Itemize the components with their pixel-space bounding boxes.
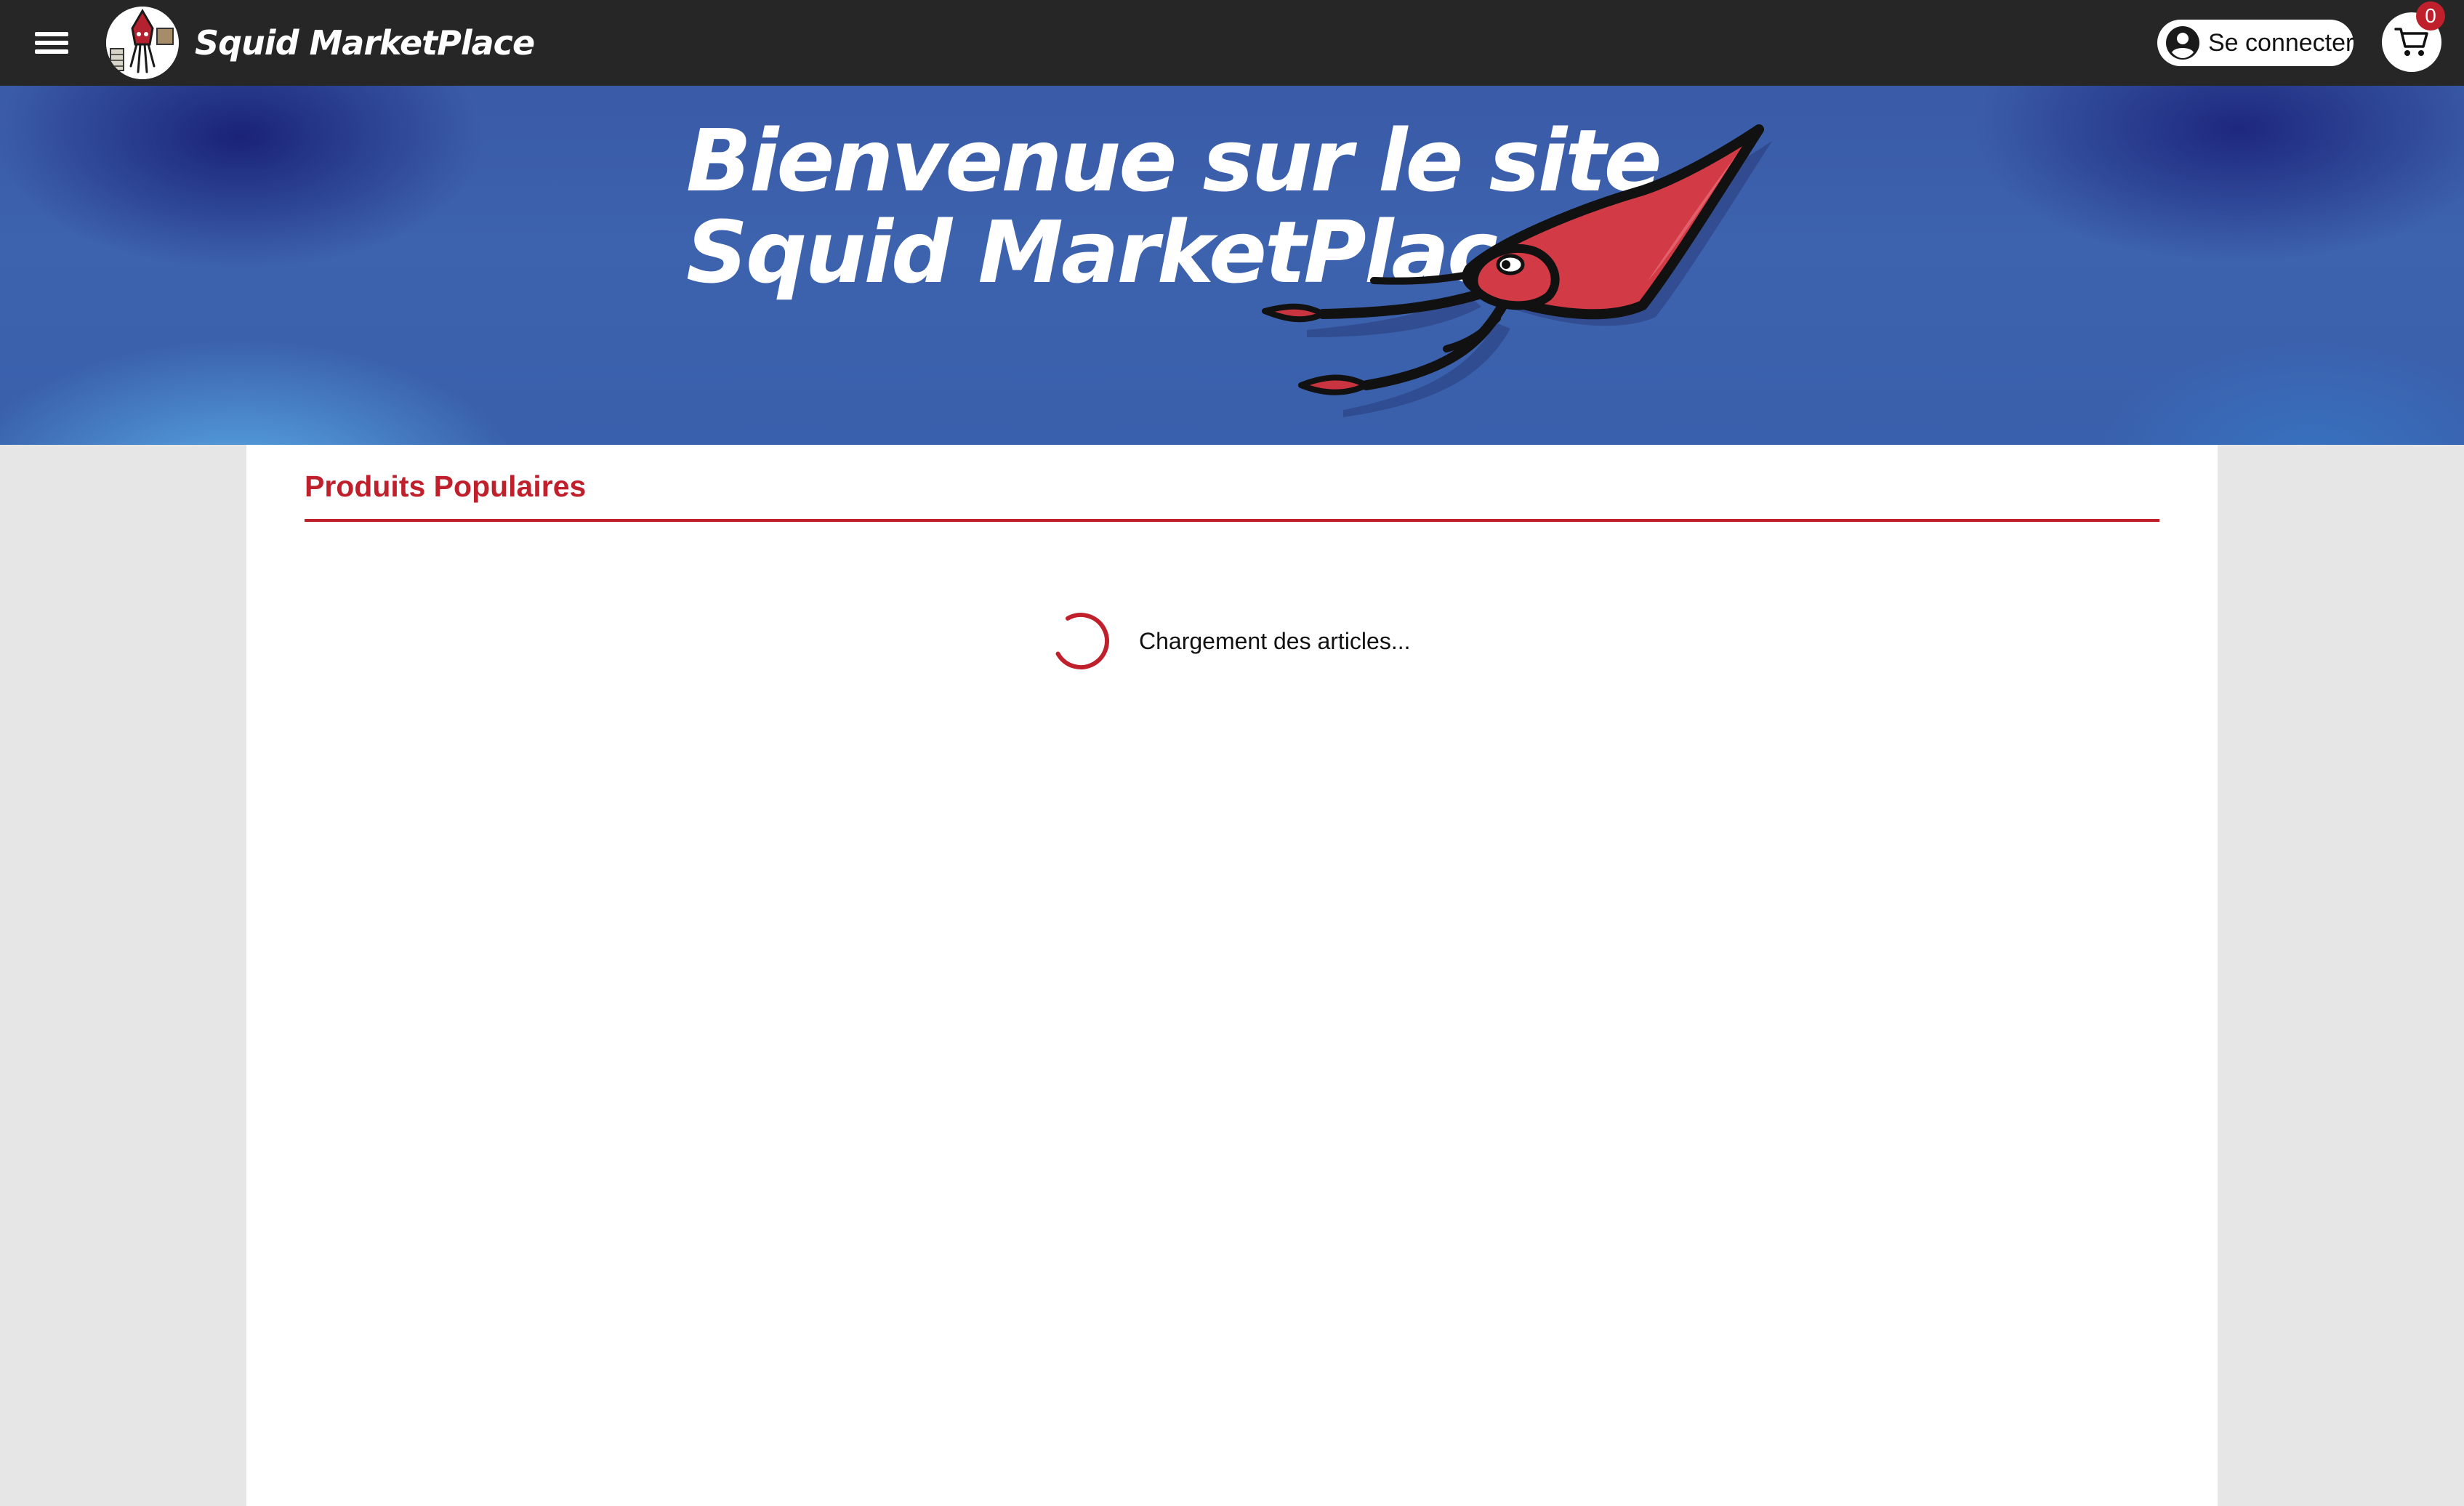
section-divider xyxy=(305,519,2159,522)
hamburger-menu-icon[interactable] xyxy=(32,25,71,60)
user-circle-icon xyxy=(2165,25,2201,61)
spinner-icon xyxy=(1050,611,1111,672)
top-navigation-bar: Squid MarketPlace Se connecter 0 xyxy=(0,0,2464,86)
loading-text: Chargement des articles... xyxy=(1139,627,1411,654)
hero-banner: Bienvenue sur le site Squid MarketPlace xyxy=(0,86,2464,445)
squid-logo-icon xyxy=(106,7,179,79)
cart-count-badge: 0 xyxy=(2416,1,2445,31)
brand-home-link[interactable]: Squid MarketPlace xyxy=(106,7,535,79)
login-label: Se connecter xyxy=(2208,28,2354,57)
menu-line xyxy=(35,41,68,45)
brand-name: Squid MarketPlace xyxy=(195,23,535,63)
section-title: Produits Populaires xyxy=(305,470,587,503)
menu-line xyxy=(35,32,68,36)
main-content: Produits Populaires Chargement des artic… xyxy=(246,445,2218,1506)
red-squid-illustration xyxy=(1236,100,1803,435)
shopping-cart-icon xyxy=(2394,26,2429,58)
login-button[interactable]: Se connecter xyxy=(2157,20,2354,66)
menu-line xyxy=(35,49,68,54)
loading-indicator: Chargement des articles... xyxy=(1050,611,1411,672)
